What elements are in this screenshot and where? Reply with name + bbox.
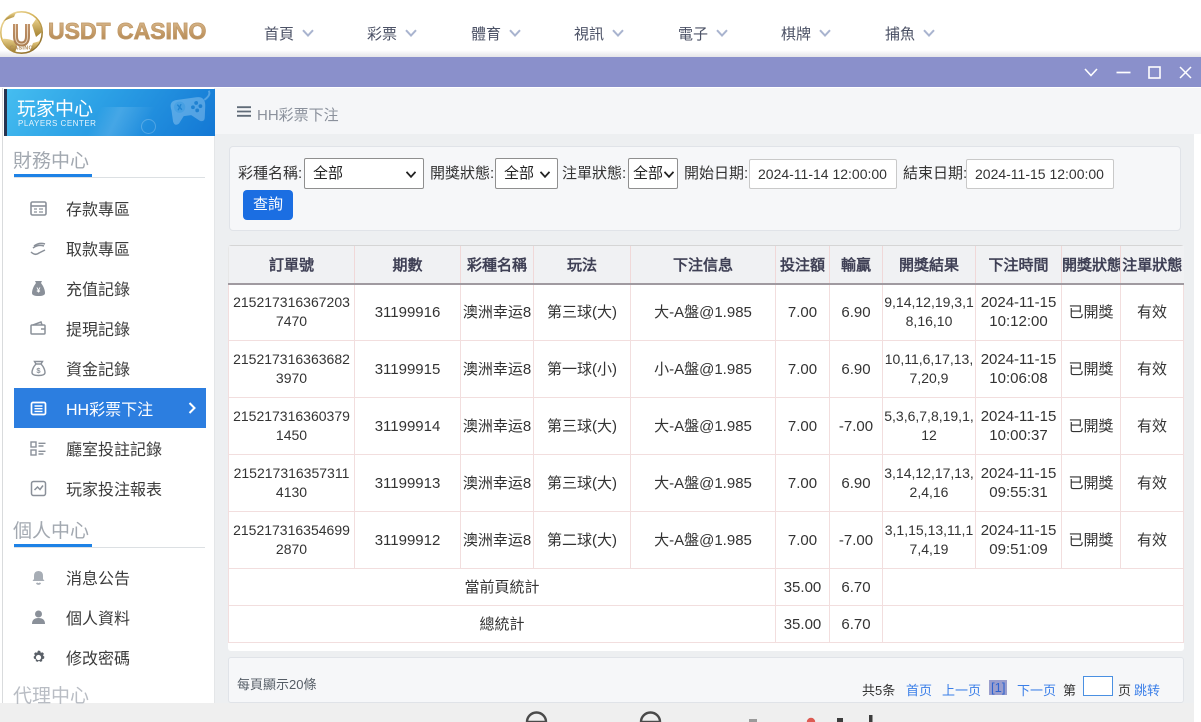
svg-text:$: $	[36, 366, 41, 375]
svg-text:¥: ¥	[37, 287, 41, 294]
svg-text:CASINO: CASINO	[10, 46, 34, 52]
